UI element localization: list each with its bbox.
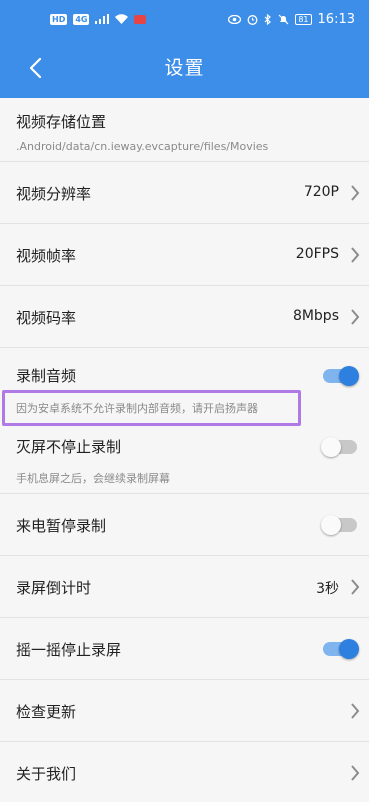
app-notification-icon — [134, 14, 147, 24]
screen-off-toggle[interactable] — [321, 437, 357, 457]
setting-screen-off[interactable]: 灭屏不停止录制 手机息屏之后，会继续录制屏幕 — [0, 428, 369, 494]
settings-list: 视频存储位置 .Android/data/cn.ieway.evcapture/… — [0, 98, 369, 802]
wifi-icon — [115, 14, 129, 24]
setting-shake-stop[interactable]: 摇一摇停止录屏 — [0, 618, 369, 680]
resolution-label: 视频分辨率 — [16, 185, 92, 203]
status-right: 81 16:13 — [228, 12, 355, 27]
about-label: 关于我们 — [16, 765, 77, 783]
framerate-value: 20FPS — [295, 246, 339, 262]
check-update-label: 检查更新 — [16, 703, 77, 721]
hd-badge: HD — [50, 13, 68, 25]
bitrate-value: 8Mbps — [292, 308, 339, 324]
framerate-label: 视频帧率 — [16, 247, 77, 265]
shake-stop-toggle[interactable] — [323, 639, 359, 659]
alarm-icon — [247, 14, 258, 25]
bitrate-label: 视频码率 — [16, 309, 77, 327]
setting-countdown[interactable]: 录屏倒计时 3秒 — [0, 556, 369, 618]
call-pause-label: 来电暂停录制 — [16, 517, 107, 535]
chevron-right-icon — [351, 185, 360, 201]
record-audio-note: 因为安卓系统不允许录制内部音频，请开启扬声器 — [16, 402, 258, 415]
countdown-value: 3秒 — [316, 581, 339, 597]
setting-call-pause[interactable]: 来电暂停录制 — [0, 494, 369, 556]
setting-resolution[interactable]: 视频分辨率 720P — [0, 162, 369, 224]
setting-framerate[interactable]: 视频帧率 20FPS — [0, 224, 369, 286]
bluetooth-icon — [264, 13, 272, 25]
chevron-right-icon — [351, 703, 360, 719]
setting-record-audio[interactable]: 录制音频 因为安卓系统不允许录制内部音频，请开启扬声器 — [0, 348, 369, 428]
mute-icon — [278, 14, 289, 24]
app-bar: 设置 — [0, 38, 369, 98]
countdown-label: 录屏倒计时 — [16, 579, 92, 597]
record-audio-label: 录制音频 — [16, 367, 77, 385]
signal-icon — [95, 14, 110, 24]
record-audio-toggle[interactable] — [323, 366, 359, 386]
network-badge: 4G — [73, 13, 90, 25]
chevron-right-icon — [351, 309, 360, 325]
shake-stop-label: 摇一摇停止录屏 — [16, 641, 122, 659]
call-pause-toggle[interactable] — [321, 515, 357, 535]
screen-off-note: 手机息屏之后，会继续录制屏幕 — [16, 472, 170, 485]
battery-indicator: 81 — [295, 13, 312, 25]
storage-label: 视频存储位置 — [16, 113, 107, 131]
setting-about[interactable]: 关于我们 — [0, 742, 369, 802]
screen-off-label: 灭屏不停止录制 — [16, 438, 122, 456]
status-left: HD 4G — [50, 13, 147, 25]
chevron-right-icon — [351, 247, 360, 263]
storage-path: .Android/data/cn.ieway.evcapture/files/M… — [16, 140, 269, 153]
chevron-right-icon — [351, 765, 360, 781]
clock: 16:13 — [317, 11, 355, 27]
page-title: 设置 — [164, 57, 205, 79]
setting-check-update[interactable]: 检查更新 — [0, 680, 369, 742]
setting-bitrate[interactable]: 视频码率 8Mbps — [0, 286, 369, 348]
resolution-value: 720P — [303, 184, 339, 200]
status-bar: HD 4G 81 16:13 — [0, 0, 369, 38]
setting-storage-location[interactable]: 视频存储位置 .Android/data/cn.ieway.evcapture/… — [0, 98, 369, 162]
chevron-right-icon — [351, 579, 360, 595]
eye-icon — [228, 14, 242, 24]
